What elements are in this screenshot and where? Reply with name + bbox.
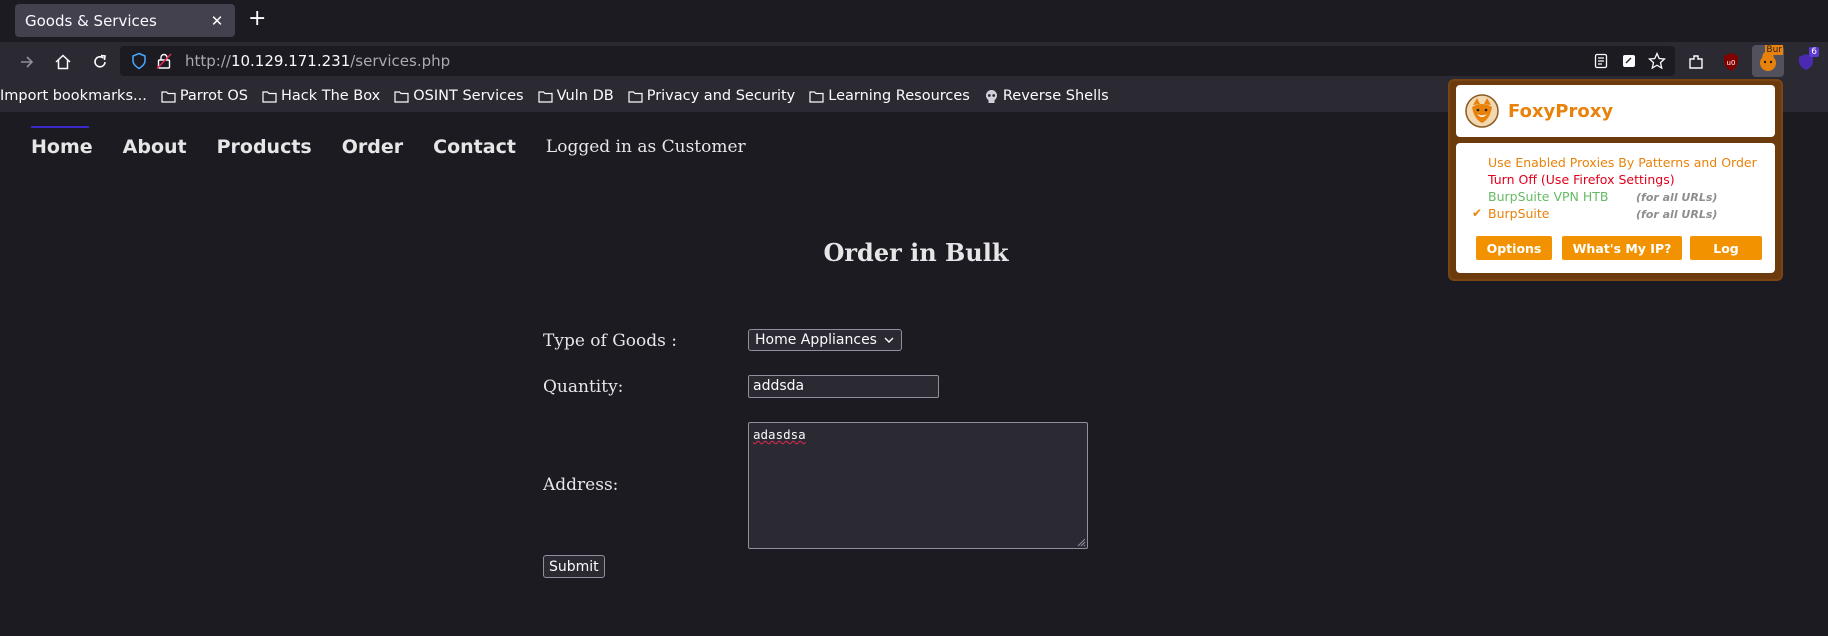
quantity-label: Quantity: <box>543 377 624 397</box>
bookmark-star-icon[interactable] <box>1646 50 1668 72</box>
bookmark-label: OSINT Services <box>413 88 524 104</box>
nav-home-link[interactable]: Home <box>31 126 93 158</box>
navigation-toolbar: http://10.129.171.231/services.php u0 Bu… <box>0 42 1828 80</box>
insecure-lock-icon[interactable] <box>153 50 175 72</box>
bookmark-learning-resources[interactable]: Learning Resources <box>809 88 970 104</box>
svg-text:u0: u0 <box>1727 59 1736 67</box>
tracking-shield-icon[interactable] <box>128 50 150 72</box>
foxyproxy-popup: FoxyProxy Use Enabled Proxies By Pattern… <box>1448 79 1783 281</box>
folder-icon <box>809 90 824 103</box>
home-icon[interactable] <box>52 51 74 73</box>
bookmark-hack-the-box[interactable]: Hack The Box <box>262 88 380 104</box>
bookmark-label: Parrot OS <box>179 88 248 104</box>
bookmark-label: Learning Resources <box>828 88 970 104</box>
extension-badge-count: 6 <box>1809 47 1819 57</box>
foxyproxy-menu: Use Enabled Proxies By Patterns and Orde… <box>1456 143 1775 273</box>
check-icon: ✔ <box>1472 206 1483 220</box>
folder-icon <box>394 90 409 103</box>
address-label: Address: <box>543 475 619 495</box>
burp-badge: Bur <box>1765 45 1783 55</box>
new-tab-button[interactable]: + <box>248 6 266 31</box>
bookmark-label: Vuln DB <box>556 88 614 104</box>
select-value: Home Appliances <box>755 332 877 348</box>
url-host: 10.129.171.231 <box>230 52 351 70</box>
tab-title: Goods & Services <box>25 11 157 30</box>
bookmark-label: Privacy and Security <box>646 88 796 104</box>
extension-shield-icon[interactable]: 6 <box>1795 47 1819 73</box>
options-button[interactable]: Options <box>1476 236 1552 260</box>
bookmark-reverse-shells[interactable]: Reverse Shells <box>984 88 1109 104</box>
foxyproxy-title: FoxyProxy <box>1508 100 1614 122</box>
url-bar[interactable]: http://10.129.171.231/services.php <box>120 46 1675 76</box>
bookmark-parrot-os[interactable]: Parrot OS <box>161 88 248 104</box>
notes-icon[interactable] <box>1618 50 1640 72</box>
address-textarea[interactable]: adasdsa <box>748 422 1088 549</box>
bookmark-label: Import bookmarks... <box>0 88 147 104</box>
log-button[interactable]: Log <box>1690 236 1762 260</box>
foxyproxy-header: FoxyProxy <box>1456 85 1775 137</box>
submit-button[interactable]: Submit <box>543 555 605 578</box>
bookmark-label: Hack The Box <box>280 88 381 104</box>
nav-order-link[interactable]: Order <box>342 136 403 158</box>
proxy-option-note: (for all URLs) <box>1636 191 1718 204</box>
quantity-input[interactable]: addsda <box>748 375 939 398</box>
folder-icon <box>262 90 277 103</box>
extensions-icon[interactable] <box>1685 51 1707 73</box>
address-text: adasdsa <box>753 427 806 442</box>
foxyproxy-toolbar-icon[interactable]: Bur <box>1752 45 1784 77</box>
skull-icon <box>985 89 997 103</box>
folder-icon <box>628 90 643 103</box>
nav-about-link[interactable]: About <box>123 136 187 158</box>
folder-icon <box>161 90 176 103</box>
logged-in-status: Logged in as Customer <box>545 137 746 157</box>
bookmark-import[interactable]: Import bookmarks... <box>0 88 147 104</box>
proxy-option-note: (for all URLs) <box>1636 208 1718 221</box>
proxy-option-patterns[interactable]: Use Enabled Proxies By Patterns and Orde… <box>1488 155 1757 170</box>
type-of-goods-label: Type of Goods : <box>543 331 678 351</box>
bookmark-privacy-security[interactable]: Privacy and Security <box>628 88 796 104</box>
folder-icon <box>538 90 553 103</box>
tab-strip: Goods & Services ✕ + <box>0 0 1828 42</box>
foxyproxy-logo-icon <box>1465 94 1499 128</box>
close-icon[interactable]: ✕ <box>209 12 225 30</box>
chevron-down-icon <box>884 337 894 343</box>
url-scheme: http:// <box>185 52 231 70</box>
proxy-option-burpsuite[interactable]: BurpSuite <box>1488 206 1550 221</box>
tab-goods-services[interactable]: Goods & Services ✕ <box>15 4 235 37</box>
nav-products-link[interactable]: Products <box>217 136 312 158</box>
bookmark-vuln-db[interactable]: Vuln DB <box>538 88 614 104</box>
resize-handle-icon[interactable] <box>1076 537 1086 547</box>
reader-view-icon[interactable] <box>1590 50 1612 72</box>
ublock-icon[interactable]: u0 <box>1720 51 1742 73</box>
proxy-option-burpsuite-vpn-htb[interactable]: BurpSuite VPN HTB <box>1488 189 1609 204</box>
whats-my-ip-button[interactable]: What's My IP? <box>1562 236 1682 260</box>
nav-contact-link[interactable]: Contact <box>433 136 516 158</box>
reload-icon[interactable] <box>89 51 111 73</box>
proxy-option-turn-off[interactable]: Turn Off (Use Firefox Settings) <box>1488 172 1675 187</box>
url-text[interactable]: http://10.129.171.231/services.php <box>185 52 450 70</box>
type-of-goods-select[interactable]: Home Appliances <box>748 329 902 351</box>
bookmark-label: Reverse Shells <box>1002 88 1109 104</box>
url-path: /services.php <box>350 52 451 70</box>
bookmark-osint-services[interactable]: OSINT Services <box>394 88 524 104</box>
forward-icon[interactable] <box>16 51 38 73</box>
site-nav: Home About Products Order Contact Logged… <box>31 126 746 158</box>
